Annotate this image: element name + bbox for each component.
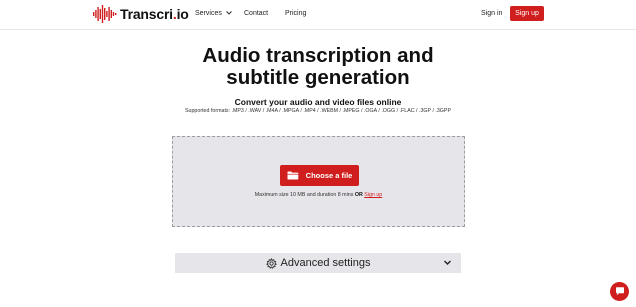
- brand-name-tld: io: [176, 6, 189, 22]
- upload-or-text: OR: [354, 192, 363, 198]
- nav-services-label: Services: [195, 10, 222, 17]
- choose-file-button[interactable]: Choose a file: [280, 165, 359, 186]
- folder-icon: [287, 171, 299, 180]
- supported-formats: Supported formats: .MP3 / .WAV / .M4A / …: [185, 108, 451, 114]
- advanced-settings-toggle[interactable]: Advanced settings: [175, 253, 461, 273]
- sign-up-button[interactable]: Sign up: [510, 6, 544, 21]
- chevron-down-icon: [226, 10, 232, 17]
- upload-limits-text: Maximum size 10 MB and duration 8 mins: [254, 192, 354, 198]
- upload-limits-note: Maximum size 10 MB and duration 8 mins O…: [173, 192, 464, 198]
- gear-icon: [265, 257, 277, 269]
- file-dropzone[interactable]: Choose a file Maximum size 10 MB and dur…: [172, 136, 465, 227]
- nav-services[interactable]: Services: [195, 10, 232, 17]
- advanced-settings-label: Advanced settings: [280, 257, 371, 269]
- brand-name: Transcri.io: [120, 6, 189, 22]
- top-navigation-bar: Transcri.io Services Contact Pricing Sig…: [0, 0, 636, 30]
- page-title-line1: Audio transcription and: [202, 44, 434, 67]
- sign-in-link[interactable]: Sign in: [481, 10, 502, 17]
- chevron-down-icon: [443, 258, 452, 267]
- nav-contact[interactable]: Contact: [244, 10, 268, 17]
- nav-pricing[interactable]: Pricing: [285, 10, 306, 17]
- page-title: Audio transcription and subtitle generat…: [0, 45, 636, 89]
- sound-wave-icon: [93, 5, 117, 23]
- page-subtitle: Convert your audio and video files onlin…: [234, 97, 402, 107]
- page-title-line2: subtitle generation: [226, 66, 410, 89]
- choose-file-label: Choose a file: [305, 171, 353, 180]
- chat-bubble-icon: [615, 283, 625, 301]
- brand-logo[interactable]: Transcri.io: [93, 5, 189, 23]
- brand-name-main: Transcri: [120, 6, 173, 22]
- upload-sign-up-link[interactable]: Sign up: [364, 192, 382, 198]
- chat-widget-button[interactable]: [610, 282, 629, 301]
